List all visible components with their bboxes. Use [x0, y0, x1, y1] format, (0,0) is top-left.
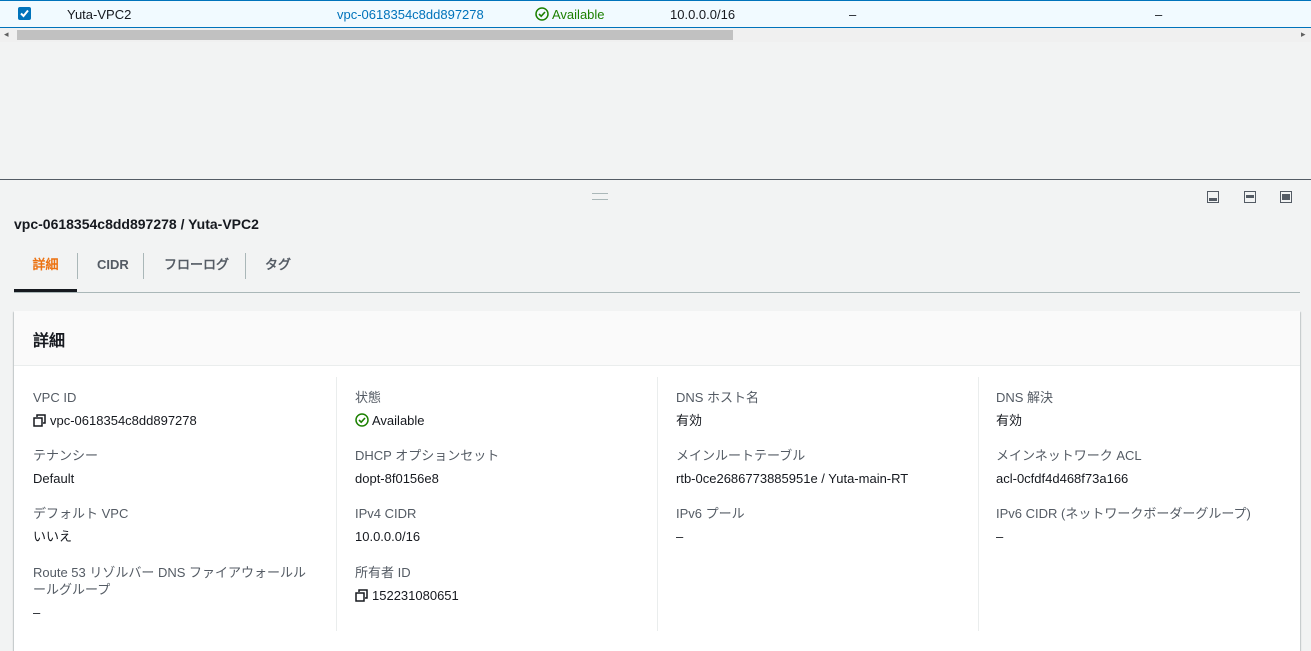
- detail-value: 有効: [676, 413, 703, 428]
- detail-label: DNS 解決: [996, 390, 1054, 405]
- detail-vpc-id: VPC ID vpc-0618354c8dd897278: [33, 389, 323, 429]
- detail-label: 状態: [355, 390, 382, 405]
- panel-maximize-icon[interactable]: [1280, 191, 1292, 203]
- detail-value: Default: [33, 471, 75, 486]
- column-divider: [336, 377, 337, 631]
- main-network-acl-link[interactable]: acl-0cfdf4d468f73a166: [996, 470, 1286, 487]
- row-col5: –: [849, 7, 857, 22]
- detail-dns-hostnames: DNS ホスト名 有効: [676, 389, 966, 429]
- tab-divider: [245, 253, 246, 279]
- tab-divider: [77, 253, 78, 279]
- checkmark-icon: [20, 9, 29, 18]
- detail-value: vpc-0618354c8dd897278: [50, 413, 197, 428]
- detail-label: IPv6 プール: [676, 506, 745, 521]
- row-name: Yuta-VPC2: [67, 7, 132, 22]
- column-divider: [657, 377, 658, 631]
- split-panel-divider: [0, 179, 1311, 180]
- detail-main-network-acl: メインネットワーク ACL acl-0cfdf4d468f73a166: [996, 447, 1286, 487]
- detail-tenancy: テナンシー Default: [33, 447, 323, 487]
- tab-flow-logs[interactable]: フローログ: [164, 250, 229, 290]
- row-state: Available: [535, 7, 605, 22]
- tab-cidr[interactable]: CIDR: [97, 250, 129, 290]
- details-heading: 詳細: [33, 333, 66, 350]
- detail-label: IPv4 CIDR: [355, 506, 417, 521]
- resize-handle[interactable]: [592, 193, 608, 200]
- detail-label: IPv6 CIDR (ネットワークボーダーグループ): [996, 506, 1251, 521]
- copy-icon[interactable]: [33, 414, 46, 427]
- detail-label: DNS ホスト名: [676, 390, 760, 405]
- detail-ipv4-cidr: IPv4 CIDR 10.0.0.0/16: [355, 505, 645, 545]
- scrollbar-thumb[interactable]: [17, 30, 733, 40]
- dhcp-options-link[interactable]: dopt-8f0156e8: [355, 470, 645, 487]
- column-divider: [978, 377, 979, 631]
- tab-details[interactable]: 詳細: [14, 250, 77, 292]
- row-col6: –: [1155, 7, 1163, 22]
- status-ok-icon: [535, 7, 549, 21]
- detail-value: いいえ: [33, 529, 73, 544]
- detail-label: 所有者 ID: [355, 565, 411, 580]
- detail-state: 状態 Available: [355, 389, 645, 429]
- detail-owner-id: 所有者 ID 152231080651: [355, 564, 645, 604]
- detail-value: 10.0.0.0/16: [355, 529, 421, 544]
- tab-tags[interactable]: タグ: [265, 250, 291, 290]
- vpc-table-row[interactable]: Yuta-VPC2 vpc-0618354c8dd897278 Availabl…: [0, 0, 1311, 28]
- detail-ipv6-pool: IPv6 プール –: [676, 505, 966, 545]
- status-ok-icon: [355, 413, 369, 427]
- detail-label: VPC ID: [33, 390, 77, 405]
- detail-label: DHCP オプションセット: [355, 448, 500, 463]
- detail-route53-resolver: Route 53 リゾルバー DNS ファイアウォールルールグループ –: [33, 564, 316, 621]
- panel-title: vpc-0618354c8dd897278 / Yuta-VPC2: [14, 216, 259, 232]
- tab-divider: [143, 253, 144, 279]
- detail-value: 152231080651: [372, 588, 459, 603]
- detail-value: –: [676, 529, 684, 544]
- detail-default-vpc: デフォルト VPC いいえ: [33, 505, 323, 545]
- detail-value: Available: [372, 413, 425, 428]
- row-ipv4-cidr: 10.0.0.0/16: [670, 7, 736, 22]
- detail-value: –: [996, 529, 1004, 544]
- tab-bar: 詳細 CIDR フローログ タグ: [14, 250, 1300, 293]
- detail-label: メインネットワーク ACL: [996, 448, 1142, 463]
- detail-label: デフォルト VPC: [33, 506, 129, 521]
- panel-bottom-icon[interactable]: [1207, 191, 1219, 203]
- detail-label: メインルートテーブル: [676, 448, 806, 463]
- detail-dns-resolution: DNS 解決 有効: [996, 389, 1286, 429]
- detail-label: Route 53 リゾルバー DNS ファイアウォールルールグループ: [33, 565, 307, 597]
- details-container: 詳細 VPC ID vpc-0618354c8dd897278 テナンシー De…: [14, 311, 1300, 651]
- scroll-left-icon[interactable]: ◂: [4, 29, 9, 40]
- row-vpc-id-link[interactable]: vpc-0618354c8dd897278: [337, 7, 484, 22]
- detail-label: テナンシー: [33, 448, 99, 463]
- detail-value: 有効: [996, 413, 1023, 428]
- detail-ipv6-cidr: IPv6 CIDR (ネットワークボーダーグループ) –: [996, 505, 1286, 545]
- scroll-right-icon[interactable]: ▸: [1301, 29, 1306, 40]
- row-state-label: Available: [552, 7, 605, 22]
- panel-side-icon[interactable]: [1244, 191, 1256, 203]
- detail-dhcp-options: DHCP オプションセット dopt-8f0156e8: [355, 447, 645, 487]
- detail-main-route-table: メインルートテーブル rtb-0ce2686773885951e / Yuta-…: [676, 447, 966, 487]
- details-header: 詳細: [14, 311, 1300, 366]
- copy-icon[interactable]: [355, 589, 368, 602]
- row-checkbox[interactable]: [18, 7, 31, 20]
- main-route-table-link[interactable]: rtb-0ce2686773885951e / Yuta-main-RT: [676, 470, 966, 487]
- horizontal-scrollbar[interactable]: ◂ ▸: [0, 28, 1311, 42]
- detail-value: –: [33, 605, 41, 620]
